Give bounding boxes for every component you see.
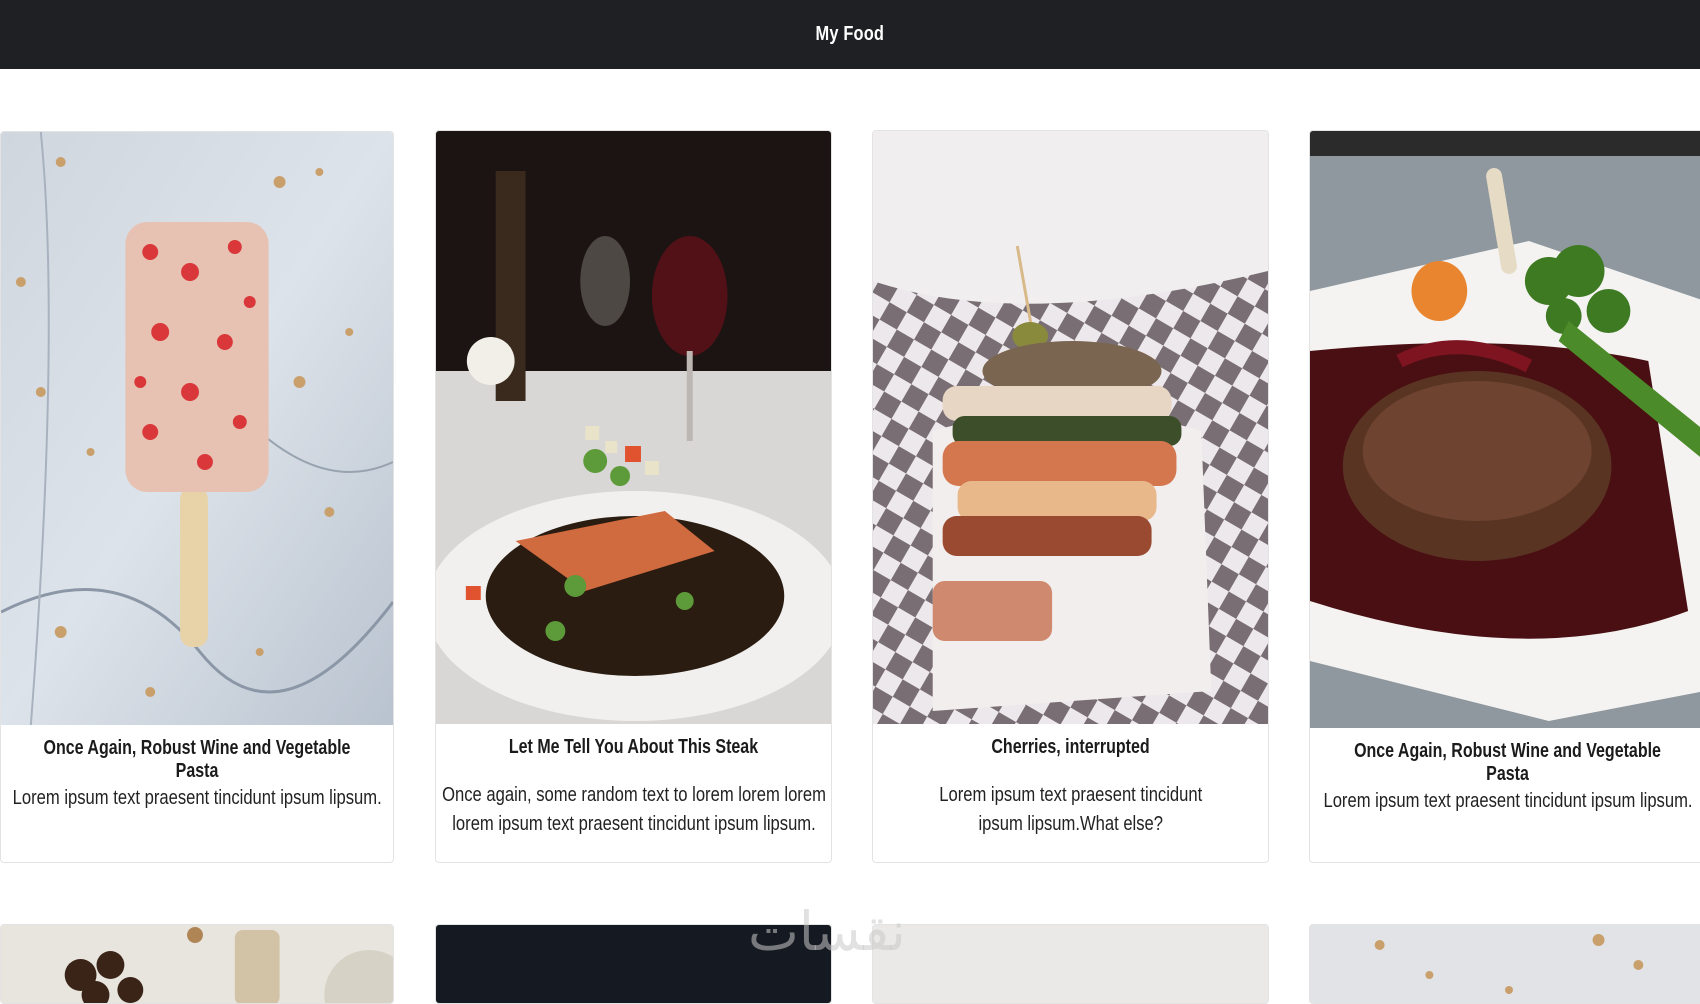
card-title[interactable]: Let Me Tell You About This Steak	[476, 736, 792, 759]
popsicle-photo[interactable]	[1, 132, 393, 725]
dates-table-photo[interactable]	[1, 925, 393, 1003]
card-text: Lorem ipsum text praesent tincidunt ipsu…	[1322, 790, 1693, 812]
steak-plate-photo[interactable]	[1310, 131, 1700, 728]
card-text: Lorem ipsum text praesent tincidunt ipsu…	[939, 784, 1202, 835]
card-text: Once again, some random text to lorem lo…	[441, 784, 826, 835]
bright-food-photo[interactable]	[873, 925, 1268, 1003]
food-card[interactable]	[1309, 924, 1700, 1004]
food-card[interactable]	[872, 924, 1269, 1004]
sandwich-photo[interactable]	[873, 131, 1268, 724]
food-card[interactable]: Cherries, interrupted Lorem ipsum text p…	[872, 130, 1269, 863]
brand-link[interactable]: My Food	[816, 23, 885, 46]
food-card[interactable]: Once Again, Robust Wine and Vegetable Pa…	[1309, 130, 1700, 863]
salmon-dish-photo[interactable]	[436, 131, 831, 724]
card-title[interactable]: Once Again, Robust Wine and Vegetable Pa…	[1350, 740, 1666, 786]
card-title[interactable]: Cherries, interrupted	[913, 736, 1229, 759]
card-title[interactable]: Once Again, Robust Wine and Vegetable Pa…	[40, 737, 354, 783]
crumbs-photo[interactable]	[1310, 925, 1700, 1003]
food-card[interactable]: Once Again, Robust Wine and Vegetable Pa…	[0, 131, 394, 863]
food-card[interactable]	[0, 924, 394, 1004]
navbar: My Food	[0, 0, 1700, 69]
food-card[interactable]: Let Me Tell You About This Steak Once ag…	[435, 130, 832, 863]
watermark: نقسات	[748, 900, 906, 963]
card-text: Lorem ipsum text praesent tincidunt ipsu…	[12, 787, 382, 809]
